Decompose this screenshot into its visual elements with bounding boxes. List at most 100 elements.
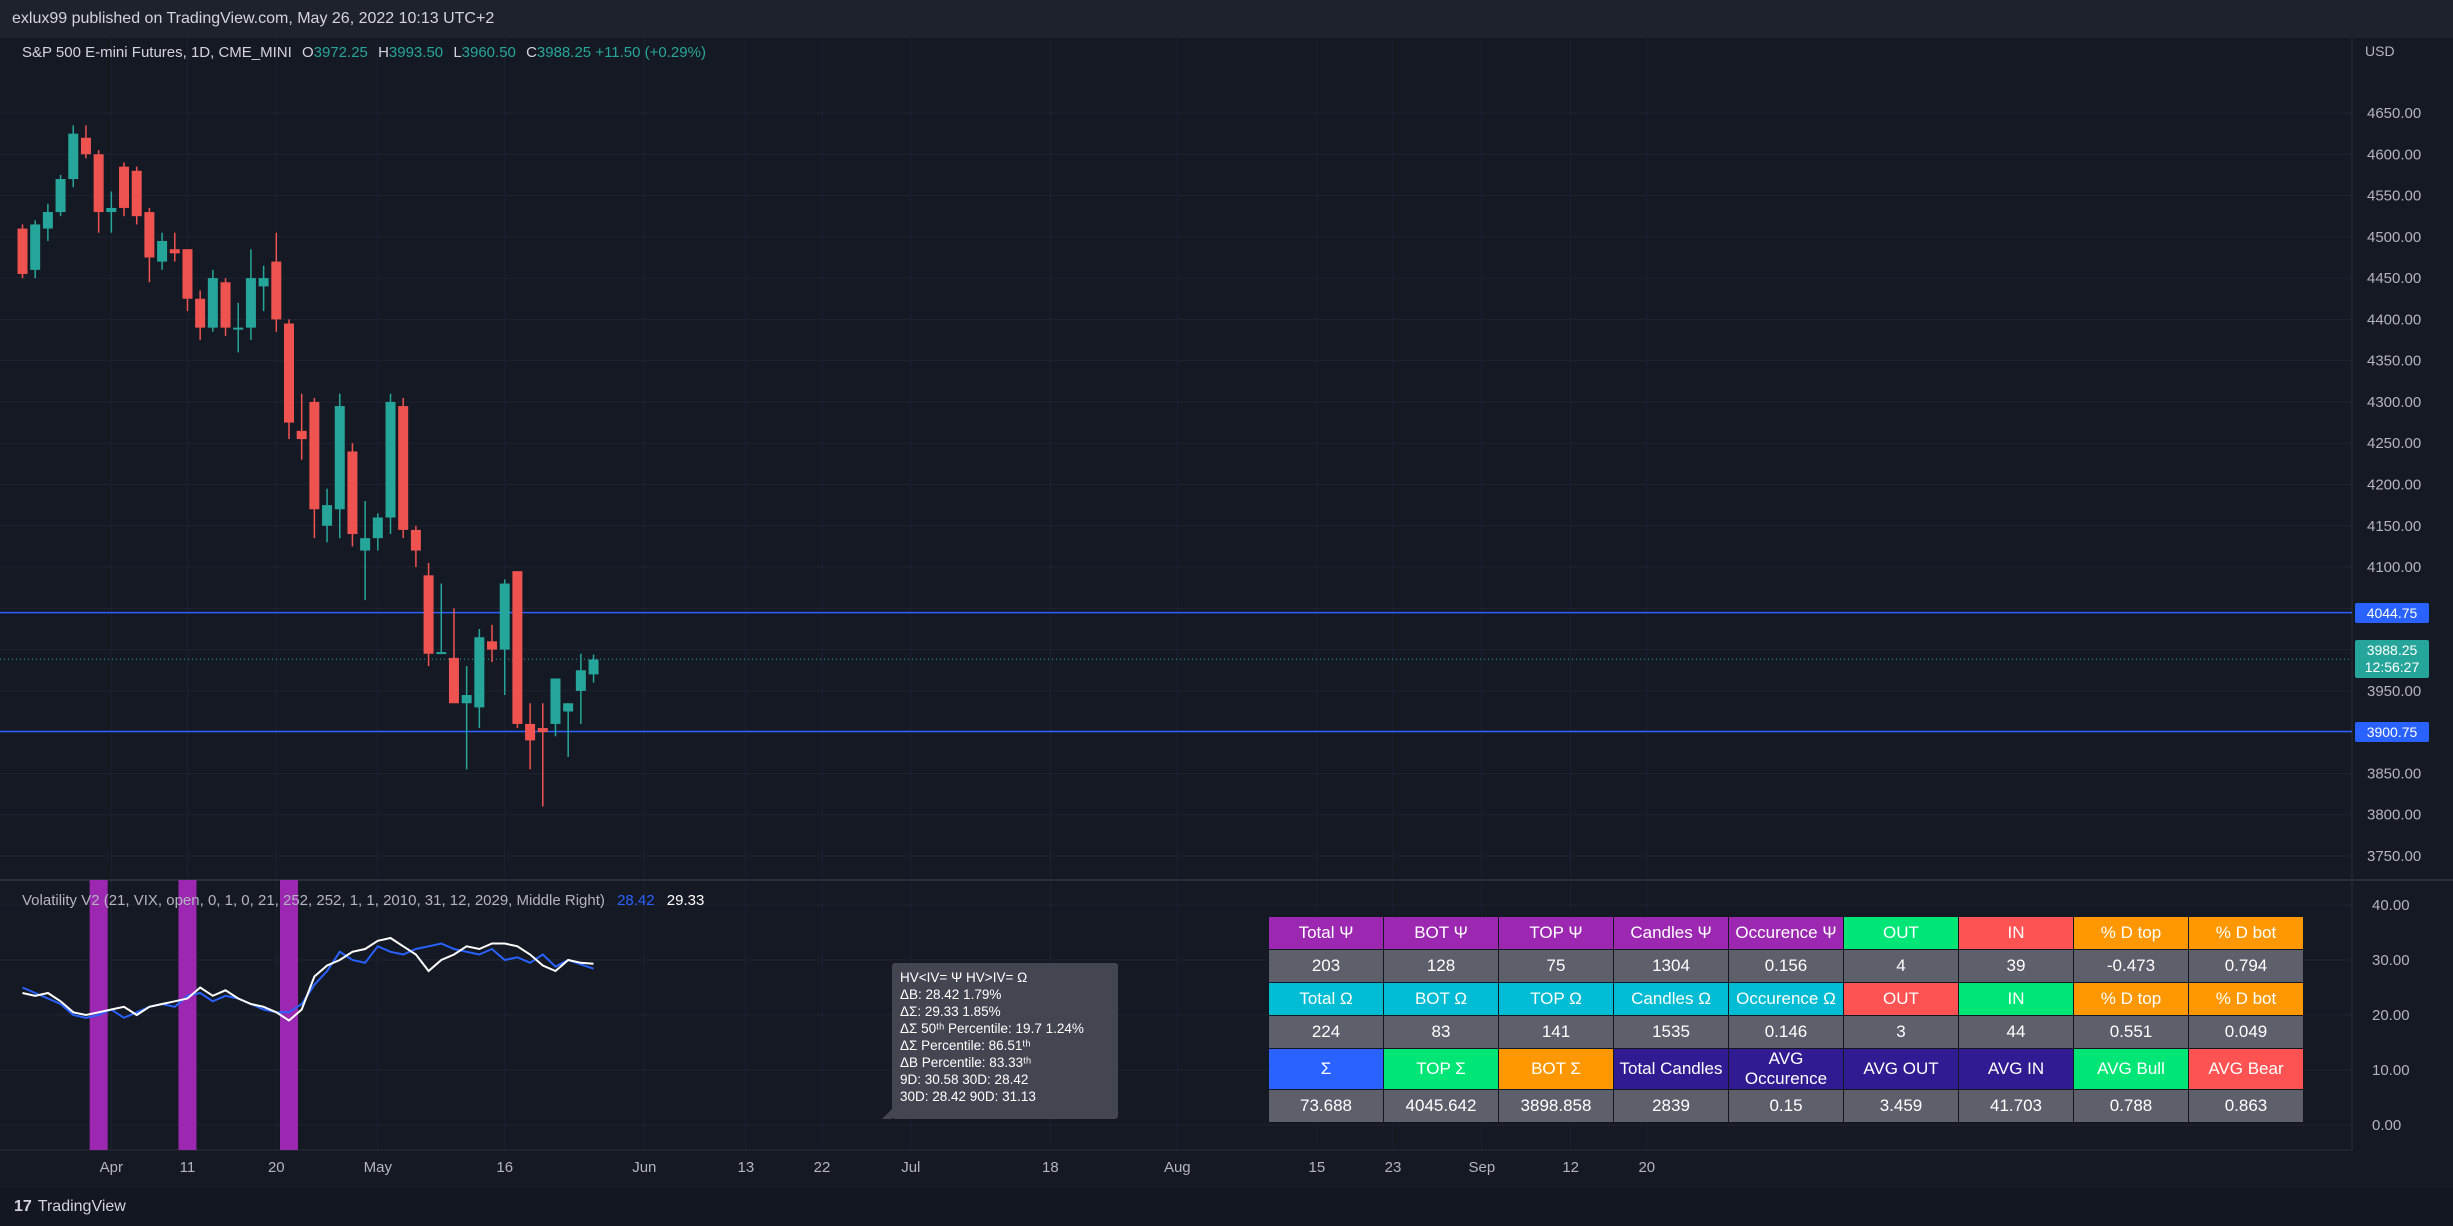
price-axis-label: 4100.00 [2367, 559, 2421, 576]
stats-row: Total Ω BOT Ω TOP Ω Candles Ω Occurence Ω OUT… [1268, 982, 2304, 1016]
tooltip-line: 30D: 28.42 90D: 31.13 [900, 1089, 1036, 1104]
candle-body[interactable] [487, 641, 498, 650]
candle-body[interactable] [436, 652, 447, 655]
time-axis-label: 12 [1562, 1159, 1579, 1176]
tooltip-line: ΔB Percentile: 83.33ᵗʰ [900, 1055, 1032, 1070]
stats-row: 73.688 4045.642 3898.858 2839 0.15 3.459 41.70… [1268, 1089, 2304, 1123]
candle-body[interactable] [131, 170, 142, 217]
candle-body[interactable] [245, 278, 256, 328]
price-axis-label: 3800.00 [2367, 807, 2421, 824]
stats-header-cell: TOP Σ [1383, 1048, 1499, 1090]
candle-body[interactable] [106, 207, 117, 213]
close-label: C [526, 44, 537, 61]
candle-body[interactable] [80, 137, 91, 155]
stats-value-cell: 3.459 [1843, 1089, 1959, 1123]
stats-header-cell: IN [1958, 982, 2074, 1016]
candle-body[interactable] [550, 678, 561, 724]
candle-body[interactable] [575, 670, 586, 691]
candle-body[interactable] [220, 282, 231, 328]
price-tag-current: 3988.25 12:56:27 [2355, 640, 2429, 679]
stats-value-cell: 0.049 [2188, 1015, 2304, 1049]
candle-body[interactable] [169, 249, 180, 254]
price-axis-label: 4350.00 [2367, 353, 2421, 370]
price-tag-lower-line: 3900.75 [2355, 721, 2429, 742]
price-axis-label: 4500.00 [2367, 229, 2421, 246]
candle-body[interactable] [68, 133, 79, 180]
candle-body[interactable] [157, 240, 168, 262]
tooltip-line: ΔΣ: 29.33 1.85% [900, 1004, 1001, 1019]
stats-value-cell: 73.688 [1268, 1089, 1384, 1123]
symbol-name[interactable]: S&P 500 E-mini Futures, 1D, CME_MINI [22, 44, 292, 61]
tooltip-line: 9D: 30.58 30D: 28.42 [900, 1072, 1029, 1087]
volatility-series-line[interactable] [22, 936, 594, 1022]
candle-body[interactable] [588, 659, 599, 675]
candle-body[interactable] [322, 505, 333, 526]
time-axis-label: Aug [1164, 1159, 1191, 1176]
candle-body[interactable] [461, 695, 472, 704]
stats-value-cell: 4 [1843, 949, 1959, 983]
candle-body[interactable] [309, 401, 320, 510]
stats-header-cell: OUT [1843, 982, 1959, 1016]
stats-value-cell: 4045.642 [1383, 1089, 1499, 1123]
candle-body[interactable] [410, 529, 421, 551]
low-value: 3960.50 [461, 44, 516, 61]
candle-body[interactable] [525, 723, 536, 741]
candle-body[interactable] [55, 179, 66, 213]
candle-body[interactable] [537, 728, 548, 733]
time-axis-label: 13 [737, 1159, 754, 1176]
indicator-legend[interactable]: Volatility V2 (21, VIX, open, 0, 1, 0, 2… [22, 892, 704, 909]
current-price: 3988.25 [2366, 642, 2418, 659]
close-value: 3988.25 [536, 44, 592, 61]
price-axis-label: 4200.00 [2367, 477, 2421, 494]
change-value: +11.50 (+0.29%) [595, 44, 706, 61]
stats-value-cell: 3 [1843, 1015, 1959, 1049]
volatility-series-line[interactable] [22, 942, 594, 1019]
candle-body[interactable] [258, 278, 269, 287]
candle-body[interactable] [283, 323, 294, 423]
candle-body[interactable] [271, 261, 282, 320]
stats-value-cell: 2839 [1613, 1089, 1729, 1123]
candle-body[interactable] [347, 451, 358, 535]
candle-body[interactable] [182, 249, 193, 299]
stats-header-cell: TOP Ω [1498, 982, 1614, 1016]
stats-value-cell: 128 [1383, 949, 1499, 983]
candle-body[interactable] [195, 298, 206, 328]
candle-body[interactable] [207, 278, 218, 328]
stats-value-cell: 203 [1268, 949, 1384, 983]
candle-body[interactable] [385, 401, 396, 518]
stats-value-cell: 141 [1498, 1015, 1614, 1049]
tradingview-logo[interactable]: 17 TradingView [14, 1198, 126, 1216]
symbol-legend: S&P 500 E-mini Futures, 1D, CME_MINI O39… [22, 44, 706, 61]
candle-body[interactable] [398, 406, 409, 530]
time-axis-label: Jun [632, 1159, 656, 1176]
candle-body[interactable] [334, 406, 345, 510]
candle-body[interactable] [42, 212, 53, 229]
candle-body[interactable] [296, 430, 307, 440]
candle-body[interactable] [372, 517, 383, 539]
candle-body[interactable] [233, 327, 244, 330]
indicator-name[interactable]: Volatility V2 (21, VIX, open, 0, 1, 0, 2… [22, 892, 605, 909]
candle-body[interactable] [474, 637, 485, 708]
candle-body[interactable] [17, 228, 28, 274]
candle-body[interactable] [360, 538, 371, 551]
candle-body[interactable] [144, 212, 155, 258]
indicator-tooltip: HV<IV= Ψ HV>IV= Ω ΔB: 28.42 1.79% ΔΣ: 29.3… [882, 963, 1118, 1119]
stats-header-cell: % D top [2073, 916, 2189, 950]
candle-body[interactable] [119, 166, 130, 208]
time-axis-label: Apr [100, 1159, 123, 1176]
time-axis-label: 16 [496, 1159, 513, 1176]
stats-value-cell: 0.794 [2188, 949, 2304, 983]
stats-header-cell: Candles Ψ [1613, 916, 1729, 950]
low-label: L [453, 44, 462, 61]
candle-body[interactable] [30, 224, 41, 270]
candle-body[interactable] [499, 583, 510, 650]
candle-body[interactable] [93, 154, 104, 213]
candle-body[interactable] [423, 575, 434, 654]
price-axis-label: 4450.00 [2367, 270, 2421, 287]
tooltip-line: ΔΣ Percentile: 86.51ᵗʰ [900, 1038, 1031, 1053]
stats-header-cell: Occurence Ω [1728, 982, 1844, 1016]
candle-body[interactable] [563, 703, 574, 712]
indicator-value-2: 29.33 [666, 892, 705, 909]
candle-body[interactable] [512, 571, 523, 724]
candle-body[interactable] [448, 657, 459, 704]
